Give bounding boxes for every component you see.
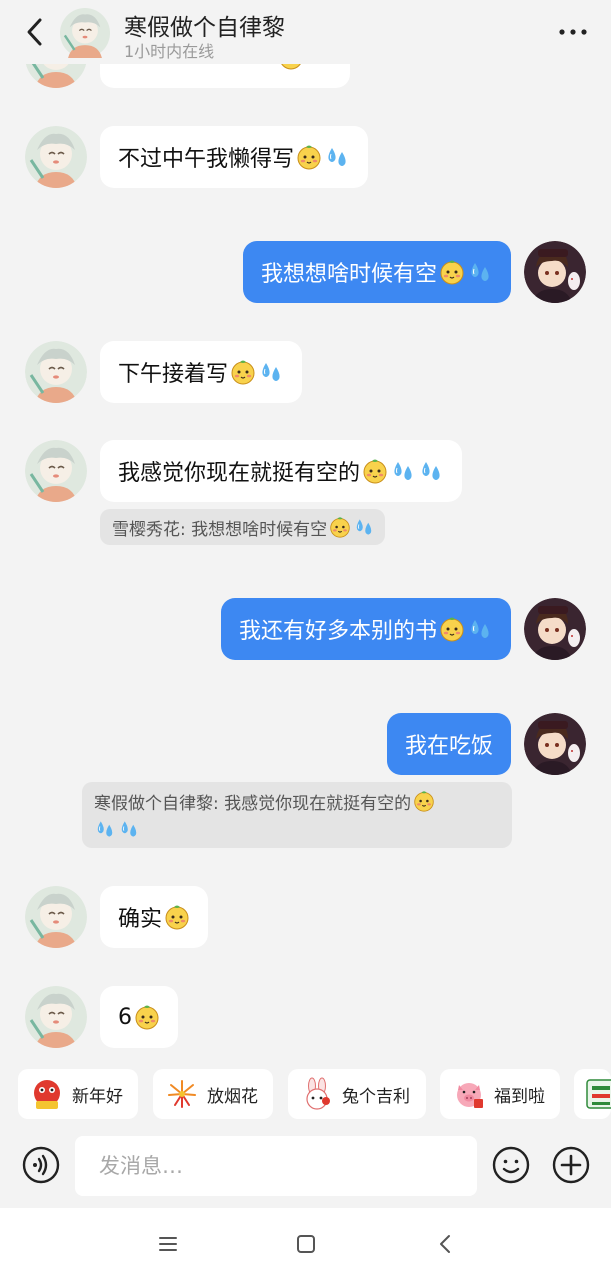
blushing-face-emoji-icon <box>165 905 189 930</box>
blushing-face-emoji-icon <box>363 459 387 484</box>
quick-reply-chip[interactable]: 新年好 <box>18 1069 138 1119</box>
sweat-drops-emoji-icon <box>422 462 440 480</box>
message-list[interactable]: 不过中午我懒得写 我想想啥时候有空 下午接着写 我感觉你现在就挺有空的 雪樱秀花… <box>0 0 611 1050</box>
my-avatar[interactable] <box>524 598 586 660</box>
blushing-face-emoji-icon <box>440 617 464 642</box>
blushing-face-emoji-icon <box>440 260 464 285</box>
back-arrow-icon[interactable] <box>22 14 50 50</box>
incoming-message-bubble[interactable]: 下午接着写 <box>100 341 303 403</box>
quick-reply-bar[interactable]: 新年好 放烟花 兔个吉利 福到啦 <box>0 1050 611 1136</box>
quick-reply-label: 新年好 <box>72 1086 123 1107</box>
contact-name[interactable]: 寒假做个自律黎 <box>124 8 285 42</box>
sweat-drops-emoji-icon <box>394 462 412 480</box>
message-input[interactable]: 发消息… <box>75 1136 477 1196</box>
incoming-message-bubble[interactable]: 确实 <box>100 886 209 948</box>
contact-avatar[interactable] <box>25 986 87 1048</box>
message-input-bar: 发消息… <box>0 1136 611 1208</box>
message-text: 确实 <box>118 907 163 932</box>
message-text: 6 <box>118 1004 132 1030</box>
sweat-drops-emoji-icon <box>262 363 280 381</box>
message-text: 下午接着写 <box>118 362 229 387</box>
contact-avatar[interactable] <box>25 440 87 502</box>
fireworks-icon <box>168 1080 196 1108</box>
blushing-face-emoji-icon <box>231 360 255 385</box>
message-text: 我在吃饭 <box>404 734 493 759</box>
contact-avatar[interactable] <box>25 341 87 403</box>
sweat-drops-emoji-icon <box>471 263 489 281</box>
system-navigation-bar <box>0 1208 611 1280</box>
my-avatar[interactable] <box>524 241 586 303</box>
quick-reply-label: 放烟花 <box>207 1086 258 1107</box>
back-icon[interactable] <box>434 1232 458 1256</box>
sweat-drops-emoji-icon <box>471 620 489 638</box>
message-text: 不过中午我懒得写 <box>118 147 295 172</box>
message-text: 我还有好多本别的书 <box>238 619 437 644</box>
quick-reply-chip[interactable] <box>574 1069 611 1119</box>
message-text: 我感觉你现在就挺有空的 <box>118 461 361 486</box>
contact-avatar[interactable] <box>60 8 110 58</box>
pig-icon <box>457 1083 483 1108</box>
sweat-drops-emoji-icon <box>356 519 372 535</box>
quoted-reply-text: 雪樱秀花: 我想想啥时候有空 <box>112 519 328 540</box>
add-icon[interactable] <box>552 1146 590 1184</box>
quick-reply-label: 福到啦 <box>494 1086 545 1107</box>
quoted-reply[interactable]: 雪樱秀花: 我想想啥时候有空 <box>100 509 386 545</box>
blushing-face-emoji-icon <box>135 1005 159 1030</box>
sweat-drops-emoji-icon <box>328 148 346 166</box>
online-status: 1小时内在线 <box>124 42 215 61</box>
my-avatar[interactable] <box>524 713 586 775</box>
blushing-face-emoji-icon <box>297 145 321 170</box>
quick-reply-chip[interactable]: 兔个吉利 <box>288 1069 426 1119</box>
contact-avatar[interactable] <box>25 126 87 188</box>
quick-reply-chip[interactable]: 福到啦 <box>440 1069 560 1119</box>
lion-dance-icon <box>34 1080 60 1109</box>
voice-input-icon[interactable] <box>22 1146 60 1184</box>
quick-reply-label: 兔个吉利 <box>342 1086 410 1107</box>
sweat-drops-emoji-icon <box>121 821 137 837</box>
chat-header: 寒假做个自律黎 1小时内在线 <box>0 0 611 64</box>
incoming-message-bubble[interactable]: 6 <box>100 986 178 1048</box>
incoming-message-bubble[interactable]: 不过中午我懒得写 <box>100 126 369 188</box>
quoted-reply-text: 寒假做个自律黎: 我感觉你现在就挺有空的 <box>94 793 412 814</box>
blushing-face-emoji-icon <box>330 517 350 538</box>
contact-avatar[interactable] <box>25 886 87 948</box>
emoji-icon[interactable] <box>492 1146 530 1184</box>
blushing-face-emoji-icon <box>414 791 434 812</box>
incoming-message-bubble[interactable]: 我感觉你现在就挺有空的 <box>100 440 463 502</box>
sweat-drops-emoji-icon <box>97 821 113 837</box>
menu-icon[interactable] <box>156 1232 180 1256</box>
home-icon[interactable] <box>294 1232 318 1256</box>
outgoing-message-bubble[interactable]: 我想想啥时候有空 <box>242 241 511 303</box>
outgoing-message-bubble[interactable]: 我还有好多本别的书 <box>220 598 511 660</box>
rabbit-icon <box>306 1077 330 1110</box>
more-options-icon[interactable] <box>557 20 589 44</box>
outgoing-message-bubble[interactable]: 我在吃饭 <box>386 713 511 775</box>
mahjong-icon <box>586 1079 611 1109</box>
message-text: 我想想啥时候有空 <box>260 262 437 287</box>
quick-reply-chip[interactable]: 放烟花 <box>153 1069 273 1119</box>
quoted-reply[interactable]: 寒假做个自律黎: 我感觉你现在就挺有空的 <box>82 782 512 848</box>
